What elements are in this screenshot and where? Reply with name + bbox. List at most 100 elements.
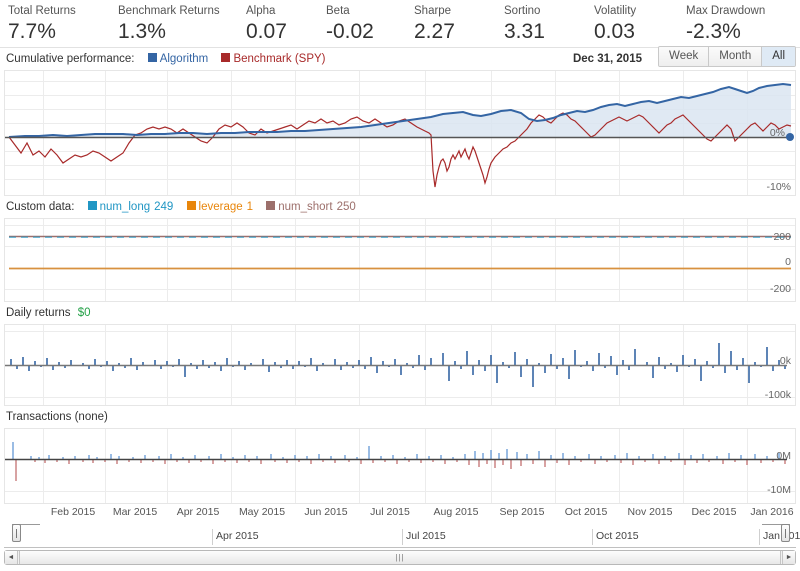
metric-value: 0.03	[594, 19, 678, 45]
gridlines-vertical	[44, 219, 748, 301]
range-button-week[interactable]: Week	[659, 47, 709, 66]
range-selector[interactable]: Week Month All	[658, 46, 796, 67]
x-axis-tick: Jul 2015	[370, 506, 410, 518]
metric-total-returns: Total Returns 7.7%	[0, 4, 110, 47]
algorithm-endpoint-marker	[786, 133, 794, 141]
custom-data-chart-svg	[5, 219, 795, 301]
range-button-all[interactable]: All	[762, 47, 795, 66]
metric-value: -2.3%	[686, 19, 798, 45]
metric-volatility: Volatility 0.03	[586, 4, 678, 47]
x-axis-tick: Jun 2015	[304, 506, 347, 518]
x-axis-tick: Feb 2015	[51, 506, 95, 518]
metrics-header: Total Returns 7.7% Benchmark Returns 1.3…	[0, 0, 800, 48]
metric-label: Alpha	[246, 4, 318, 19]
cumulative-performance-title: Cumulative performance:	[6, 53, 134, 65]
transaction-sell-bars	[16, 459, 785, 481]
metric-value: 3.31	[504, 19, 586, 45]
x-axis-tick: Nov 2015	[628, 506, 673, 518]
daily-returns-chart[interactable]: 0k -100k	[4, 324, 796, 406]
x-axis-tick: Oct 2015	[565, 506, 608, 518]
navigator-tick: Oct 2015	[592, 529, 639, 545]
num-long-color-swatch	[88, 201, 97, 210]
transactions-chart-svg	[5, 429, 795, 503]
legend-item-num-long[interactable]: num_long249	[88, 196, 174, 218]
scroll-left-arrow-icon[interactable]: ◄	[5, 551, 18, 564]
daily-returns-value: $0	[78, 307, 91, 319]
metric-label: Sortino	[504, 4, 586, 19]
metric-value: 2.27	[414, 19, 496, 45]
legend-value: 1	[247, 201, 253, 213]
transactions-chart[interactable]: 0M -10M	[4, 428, 796, 504]
custom-data-chart[interactable]: 200 0 -200	[4, 218, 796, 302]
metric-max-drawdown: Max Drawdown -2.3%	[678, 4, 798, 47]
transaction-buy-bars	[13, 442, 779, 459]
gridlines-horizontal	[5, 226, 795, 290]
metric-label: Total Returns	[8, 4, 110, 19]
transactions-header: Transactions (none)	[0, 406, 800, 428]
legend-value: 250	[337, 201, 356, 213]
metric-label: Beta	[326, 4, 406, 19]
metric-value: 1.3%	[118, 19, 238, 45]
daily-returns-title: Daily returns	[6, 307, 71, 319]
metric-alpha: Alpha 0.07	[238, 4, 318, 47]
range-button-month[interactable]: Month	[709, 47, 762, 66]
handle-grip	[785, 529, 786, 538]
legend-label: leverage	[199, 201, 243, 213]
metric-benchmark-returns: Benchmark Returns 1.3%	[110, 4, 238, 47]
metric-value: 7.7%	[8, 19, 110, 45]
horizontal-scrollbar[interactable]: ◄ ||| ►	[4, 550, 796, 565]
algorithm-area-fill	[9, 84, 791, 137]
transactions-title: Transactions (none)	[6, 411, 108, 423]
cumulative-chart-svg	[5, 71, 795, 195]
metric-label: Benchmark Returns	[118, 4, 238, 19]
x-axis-tick: Mar 2015	[113, 506, 157, 518]
navigator-tick: Jan 2016	[759, 529, 800, 545]
navigator-handle-left[interactable]	[12, 524, 21, 542]
handle-grip	[16, 529, 17, 538]
x-axis-tick: Dec 2015	[692, 506, 737, 518]
backtest-results-dashboard: Total Returns 7.7% Benchmark Returns 1.3…	[0, 0, 800, 571]
navigator-tick: Jul 2015	[402, 529, 446, 545]
metric-label: Sharpe	[414, 4, 496, 19]
legend-item-algorithm[interactable]: Algorithm	[148, 48, 209, 70]
leverage-color-swatch	[187, 201, 196, 210]
legend-item-leverage[interactable]: leverage 1	[187, 196, 254, 218]
x-axis-tick: Sep 2015	[500, 506, 545, 518]
legend-label: num_long	[100, 201, 151, 213]
metric-value: 0.07	[246, 19, 318, 45]
legend-item-num-short[interactable]: num_short 250	[266, 196, 356, 218]
x-axis-tick: May 2015	[239, 506, 285, 518]
navigator-tick: Apr 2015	[212, 529, 259, 545]
navigator-handle-right[interactable]	[781, 524, 790, 542]
metric-value: -0.02	[326, 19, 406, 45]
daily-returns-chart-svg	[5, 325, 795, 405]
cumulative-performance-header: Cumulative performance: Algorithm Benchm…	[0, 48, 800, 70]
metric-beta: Beta -0.02	[318, 4, 406, 47]
custom-data-header: Custom data: num_long249 leverage 1 num_s…	[0, 196, 800, 218]
x-axis: Feb 2015 Mar 2015 Apr 2015 May 2015 Jun …	[4, 504, 796, 522]
metric-sharpe: Sharpe 2.27	[406, 4, 496, 47]
algorithm-color-swatch	[148, 53, 157, 62]
metric-label: Max Drawdown	[686, 4, 798, 19]
custom-data-title: Custom data:	[6, 201, 74, 213]
metric-sortino: Sortino 3.31	[496, 4, 586, 47]
num-short-color-swatch	[266, 201, 275, 210]
legend-item-benchmark[interactable]: Benchmark (SPY)	[221, 48, 325, 70]
scroll-right-arrow-icon[interactable]: ►	[782, 551, 795, 564]
legend-label: Algorithm	[160, 53, 209, 65]
legend-value: 249	[154, 201, 173, 213]
current-date-label: Dec 31, 2015	[573, 48, 642, 70]
scrollbar-thumb[interactable]: |||	[19, 551, 781, 564]
gridlines-horizontal	[5, 332, 795, 398]
x-axis-tick: Jan 2016	[750, 506, 793, 518]
benchmark-color-swatch	[221, 53, 230, 62]
cumulative-performance-chart[interactable]: 0% -10%	[4, 70, 796, 196]
legend-label: Benchmark (SPY)	[233, 53, 325, 65]
x-axis-tick: Apr 2015	[177, 506, 220, 518]
x-axis-tick: Aug 2015	[434, 506, 479, 518]
metric-label: Volatility	[594, 4, 678, 19]
navigator[interactable]: Apr 2015 Jul 2015 Oct 2015 Jan 2016	[4, 524, 796, 548]
scrollbar-grip-icon: |||	[395, 555, 404, 561]
legend-label: num_short	[278, 201, 332, 213]
daily-returns-header: Daily returns $0	[0, 302, 800, 324]
